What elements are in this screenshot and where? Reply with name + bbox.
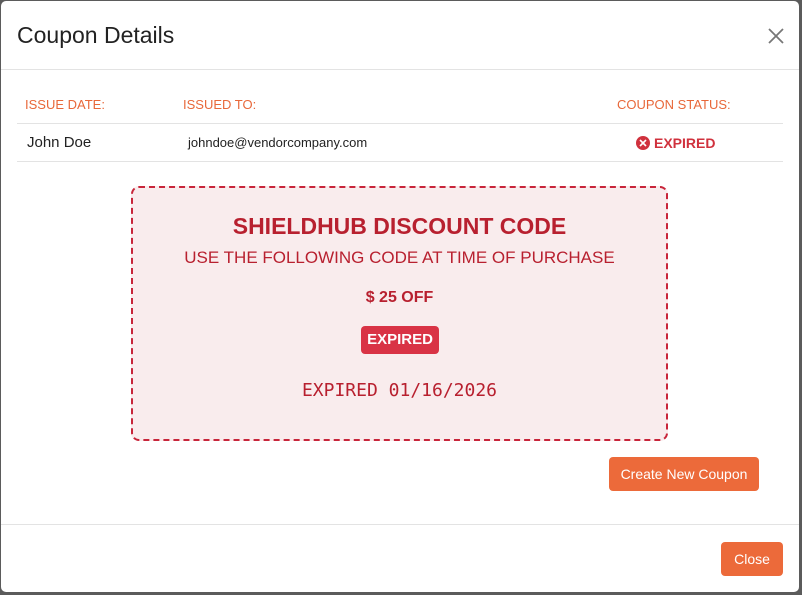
create-new-coupon-button[interactable]: Create New Coupon [609, 457, 759, 491]
close-button[interactable]: Close [721, 542, 783, 576]
issued-email: johndoe@vendorcompany.com [188, 135, 368, 150]
status-badge: EXPIRED [636, 135, 715, 151]
modal-header: Coupon Details [1, 1, 799, 70]
issued-name: John Doe [27, 134, 92, 151]
table-row: John Doe johndoe@vendorcompany.com EXPIR… [17, 124, 783, 162]
table-header: ISSUE DATE: ISSUED TO: COUPON STATUS: [17, 87, 783, 124]
header-coupon-status: COUPON STATUS: [617, 97, 731, 112]
coupon-title: SHIELDHUB DISCOUNT CODE [232, 213, 567, 239]
x-circle-icon [636, 136, 650, 150]
status-text: EXPIRED [654, 135, 716, 151]
coupon-expiry: EXPIRED 01/16/2026 [301, 380, 498, 401]
coupon-details-modal: Coupon Details ISSUE DATE: ISSUED TO: CO… [1, 1, 799, 592]
close-icon[interactable] [766, 26, 786, 46]
coupon-subtitle: USE THE FOLLOWING CODE AT TIME OF PURCHA… [184, 248, 615, 267]
coupon-card: SHIELDHUB DISCOUNT CODE USE THE FOLLOWIN… [131, 186, 668, 441]
expired-badge: EXPIRED [361, 326, 439, 354]
coupon-amount: $ 25 OFF [365, 289, 434, 306]
header-issue-date: ISSUE DATE: [25, 97, 105, 112]
modal-title: Coupon Details [17, 22, 175, 48]
header-issued-to: ISSUED TO: [183, 97, 257, 112]
modal-footer: Close [1, 524, 799, 592]
